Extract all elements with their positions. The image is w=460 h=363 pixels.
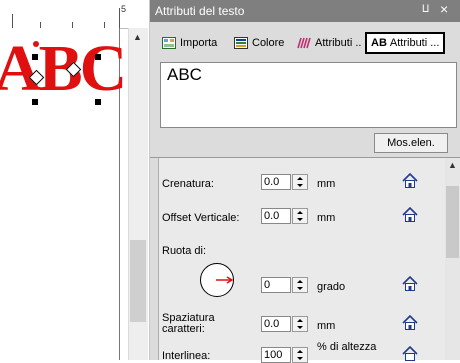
pin-icon[interactable]: ⨿ — [422, 4, 429, 15]
home-reset-icon[interactable] — [402, 173, 418, 189]
panel-title: Attributi del testo — [155, 4, 245, 18]
horizontal-ruler: 5 — [0, 0, 128, 29]
kerning-label: Crenatura: — [162, 178, 214, 190]
kerning-input[interactable]: 0.0 — [261, 174, 291, 190]
char-spacing-input[interactable]: 0.0 — [261, 316, 291, 332]
tab-import-label: Importa — [180, 37, 218, 49]
rotate-spinner[interactable] — [292, 277, 308, 293]
close-icon[interactable]: × — [440, 1, 448, 17]
home-reset-icon[interactable] — [402, 315, 418, 331]
vertical-offset-spinner[interactable] — [292, 208, 308, 224]
ab-text-attributes-icon: AB — [371, 37, 387, 49]
tab-attributes-label: Attributi .. — [315, 37, 362, 49]
vertical-offset-input[interactable]: 0.0 — [261, 208, 291, 224]
home-reset-icon[interactable] — [402, 276, 418, 292]
text-input-value: ABC — [167, 65, 202, 84]
design-canvas[interactable]: 5 ABC ▲ — [0, 0, 150, 360]
selection-handle-top-right[interactable] — [95, 54, 101, 60]
scrollbar-thumb[interactable] — [130, 240, 146, 322]
attributes-icon — [297, 37, 311, 49]
home-reset-icon[interactable] — [402, 207, 418, 223]
ruler-tick — [119, 8, 120, 28]
tab-import[interactable]: Importa — [162, 33, 217, 53]
line-spacing-unit: % di altezza — [317, 341, 377, 353]
vertical-offset-label: Offset Verticale: — [162, 212, 240, 224]
selection-handle-bottom-left[interactable] — [32, 99, 38, 105]
scrollbar-thumb[interactable] — [446, 186, 459, 258]
char-spacing-spinner[interactable] — [292, 316, 308, 332]
tab-color[interactable]: Colore — [234, 33, 284, 53]
tab-attributes[interactable]: Attributi .. — [297, 33, 361, 53]
rotate-unit: grado — [317, 281, 346, 293]
rotation-arrow-icon — [216, 276, 233, 284]
text-input-box[interactable]: ABC — [160, 62, 457, 128]
tab-bar: Importa Colore Attributi .. AB Attributi… — [150, 22, 460, 62]
rotate-label: Ruota di: — [162, 245, 207, 257]
tab-text-attributes[interactable]: AB Attributi ... — [365, 32, 446, 54]
line-spacing-label: Interlinea: — [162, 350, 211, 362]
ruler-tick — [12, 14, 13, 28]
kerning-spinner[interactable] — [292, 174, 308, 190]
panel-title-bar[interactable]: Attributi del testo ⨿ × — [150, 0, 460, 22]
show-elements-button[interactable]: Mos.elen. — [374, 133, 448, 153]
color-icon — [234, 37, 248, 49]
canvas-text-object[interactable]: ABC — [0, 36, 127, 102]
selection-handle-bottom-right[interactable] — [95, 99, 101, 105]
kerning-unit: mm — [317, 178, 336, 190]
ruler-label: 5 — [121, 4, 127, 14]
char-spacing-label-line2: caratteri: — [162, 323, 205, 335]
tab-text-attributes-label: Attributi ... — [389, 37, 440, 49]
tab-color-label: Colore — [252, 37, 285, 49]
scroll-up-arrow-icon[interactable]: ▲ — [133, 32, 142, 42]
rotation-handle[interactable] — [33, 41, 39, 47]
vertical-offset-unit: mm — [317, 212, 336, 224]
scroll-up-arrow-icon[interactable]: ▲ — [448, 160, 457, 170]
line-spacing-spinner[interactable] — [292, 347, 308, 363]
char-spacing-unit: mm — [317, 320, 336, 332]
rotation-dial[interactable] — [200, 263, 234, 297]
rotate-input[interactable]: 0 — [261, 277, 291, 293]
selection-handle-top-left[interactable] — [32, 54, 38, 60]
line-spacing-input[interactable]: 100 — [261, 347, 291, 363]
import-icon — [162, 37, 176, 49]
canvas-vertical-scrollbar[interactable]: ▲ — [128, 28, 148, 360]
properties-vertical-scrollbar[interactable]: ▲ — [445, 158, 460, 360]
